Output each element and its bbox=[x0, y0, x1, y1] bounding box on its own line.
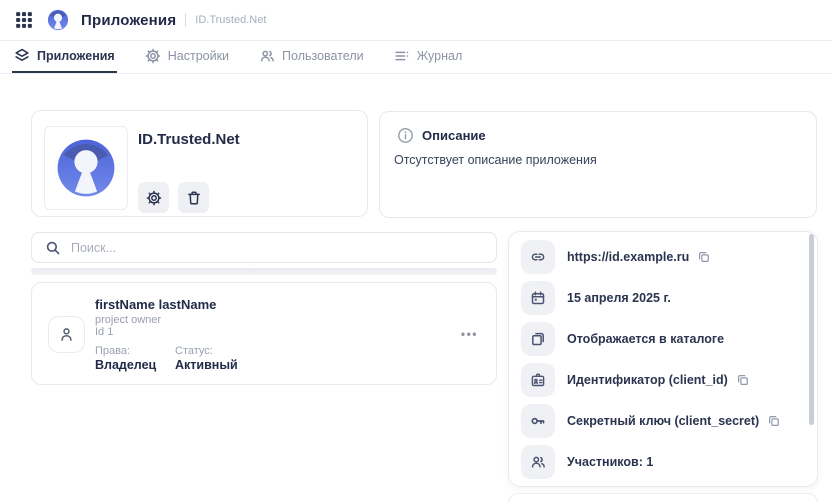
detail-row-client-id: Идентификатор (client_id) bbox=[509, 359, 817, 400]
search-input[interactable] bbox=[71, 240, 471, 255]
created-date-text: 15 апреля 2025 г. bbox=[567, 290, 671, 305]
member-id: Id 1 bbox=[95, 326, 114, 338]
settings-button[interactable] bbox=[138, 182, 169, 213]
tab-bar: Приложения Настройки Пользователи Журнал bbox=[0, 41, 832, 74]
tab-label: Настройки bbox=[167, 49, 230, 63]
description-title: Описание bbox=[422, 128, 486, 143]
page-title: Приложения bbox=[81, 11, 177, 29]
copy-icon bbox=[737, 374, 748, 385]
link-icon bbox=[521, 239, 555, 274]
member-status-label: Статус: bbox=[175, 345, 213, 357]
catalog-icon bbox=[521, 321, 555, 356]
member-status-value: Активный bbox=[175, 358, 238, 372]
member-avatar bbox=[48, 316, 85, 353]
application-avatar bbox=[44, 126, 128, 210]
top-bar: Приложения ID.Trusted.Net bbox=[0, 0, 832, 41]
description-header: Описание bbox=[397, 127, 486, 144]
layers-icon bbox=[14, 48, 30, 64]
person-icon bbox=[61, 328, 72, 341]
next-card-edge bbox=[508, 493, 818, 503]
client-secret-text: Секретный ключ (client_secret) bbox=[567, 413, 760, 428]
member-name: firstName lastName bbox=[95, 297, 217, 312]
context-app-name: ID.Trusted.Net bbox=[195, 14, 267, 26]
search-icon bbox=[45, 240, 61, 256]
detail-row-members-count: Участников: 1 bbox=[509, 441, 817, 482]
copy-url-button[interactable] bbox=[697, 250, 711, 264]
member-rights-label: Права: bbox=[95, 345, 131, 357]
detail-row-client-secret: Секретный ключ (client_secret) bbox=[509, 400, 817, 441]
members-count-text: Участников: 1 bbox=[567, 454, 654, 469]
calendar-icon bbox=[521, 280, 555, 315]
client-id-text: Идентификатор (client_id) bbox=[567, 372, 728, 387]
delete-button[interactable] bbox=[178, 182, 209, 213]
copy-icon bbox=[769, 415, 780, 426]
apps-grid-icon[interactable] bbox=[15, 11, 33, 29]
catalog-text: Отображается в каталоге bbox=[567, 331, 725, 346]
description-empty-text: Отсутствует описание приложения bbox=[394, 153, 597, 167]
copy-client-id-button[interactable] bbox=[736, 373, 750, 387]
copy-icon bbox=[699, 251, 710, 262]
member-menu-button[interactable]: ••• bbox=[461, 327, 478, 341]
detail-row-app-url: https://id.example.ru bbox=[509, 236, 817, 277]
search-box bbox=[31, 232, 497, 263]
trash-icon bbox=[187, 190, 200, 205]
tab-users[interactable]: Пользователи bbox=[257, 41, 366, 73]
tab-label: Пользователи bbox=[282, 49, 364, 63]
copy-client-secret-button[interactable] bbox=[767, 414, 781, 428]
key-icon bbox=[521, 403, 555, 438]
member-card: firstName lastName project owner Id 1 Пр… bbox=[31, 282, 497, 385]
tab-label: Приложения bbox=[37, 49, 115, 63]
tab-settings[interactable]: Настройки bbox=[143, 41, 231, 73]
gear-icon bbox=[145, 48, 161, 64]
tab-applications[interactable]: Приложения bbox=[12, 41, 117, 73]
id-card-icon bbox=[521, 362, 555, 397]
list-scroll-strip bbox=[31, 268, 497, 275]
detail-row-catalog: Отображается в каталоге bbox=[509, 318, 817, 359]
member-role: project owner bbox=[95, 314, 162, 326]
tab-label: Журнал bbox=[416, 49, 463, 63]
members-icon bbox=[521, 444, 555, 479]
tab-journal[interactable]: Журнал bbox=[392, 41, 465, 73]
panel-scrollbar[interactable] bbox=[809, 234, 814, 425]
app-url-text: https://id.example.ru bbox=[567, 249, 690, 264]
title-divider bbox=[185, 13, 187, 27]
application-card: ID.Trusted.Net bbox=[31, 110, 368, 217]
detail-row-created-date: 15 апреля 2025 г. bbox=[509, 277, 817, 318]
application-name: ID.Trusted.Net bbox=[138, 131, 240, 148]
users-icon bbox=[259, 48, 275, 64]
info-icon bbox=[397, 127, 414, 144]
brand-logo-icon bbox=[47, 9, 69, 31]
description-card: Описание Отсутствует описание приложения bbox=[379, 111, 817, 218]
journal-icon bbox=[394, 48, 410, 64]
gear-icon bbox=[146, 190, 161, 205]
member-rights-value: Владелец bbox=[95, 358, 157, 372]
application-actions bbox=[138, 182, 209, 213]
app-details-panel: https://id.example.ru 15 апреля 2025 г. … bbox=[508, 231, 818, 487]
